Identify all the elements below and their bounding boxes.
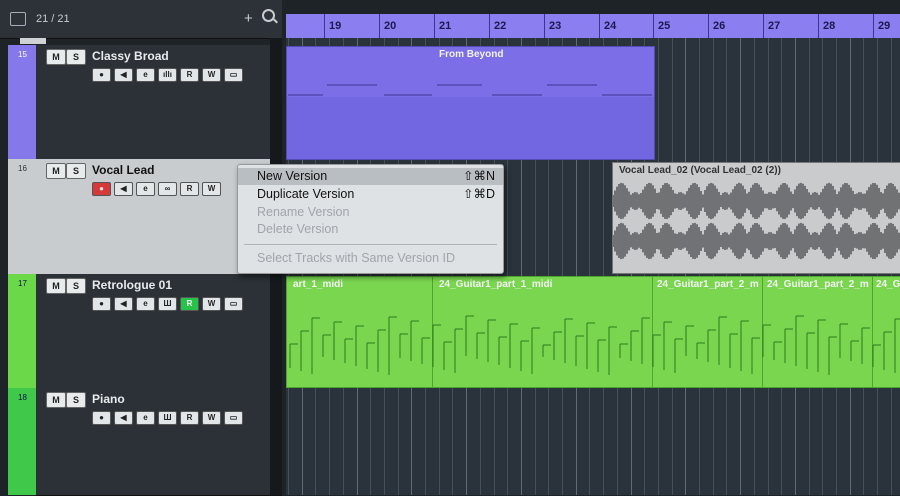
mute-button[interactable]: M <box>46 49 66 65</box>
track-name[interactable]: Vocal Lead <box>92 163 154 177</box>
track-name[interactable]: Classy Broad <box>92 49 169 63</box>
search-icon[interactable] <box>262 9 275 22</box>
record-enable-button[interactable]: ● <box>92 182 111 196</box>
edit-instrument-button[interactable]: e <box>136 411 155 425</box>
track-number: 18 <box>18 393 27 402</box>
read-automation-button[interactable]: R <box>180 411 199 425</box>
record-enable-button[interactable]: ● <box>92 68 111 82</box>
track-retrologue-01[interactable]: 17 M S Retrologue 01 ● ◀ e Ш R W ▭ <box>0 274 282 389</box>
track-number: 16 <box>18 164 27 173</box>
midi-part-retrologue[interactable]: art_1_midi <box>286 276 434 388</box>
ruler[interactable]: 19 20 21 22 23 24 25 26 27 28 29 <box>286 14 900 38</box>
edit-instrument-button[interactable]: e <box>136 68 155 82</box>
part-label: 24_Guitar1_part_2_m <box>767 279 869 290</box>
keyboard-icon[interactable]: Ш <box>158 411 177 425</box>
ruler-bar: 29 <box>873 14 900 38</box>
record-enable-button[interactable]: ● <box>92 297 111 311</box>
menu-item-delete-version: Delete Version <box>257 222 339 236</box>
track-count: 21 / 21 <box>36 13 70 25</box>
midi-notes <box>287 84 654 159</box>
midi-part-retrologue[interactable]: 24_Guitar1_part_2_m <box>652 276 764 388</box>
monitor-button[interactable]: ◀ <box>114 411 133 425</box>
more-icon[interactable]: ▭ <box>224 297 243 311</box>
midi-part-retrologue[interactable]: 24_Guitar1_part_2_m <box>762 276 874 388</box>
mute-button[interactable]: M <box>46 163 66 179</box>
track-color-strip[interactable]: 15 <box>8 45 36 159</box>
track-controls: ● ◀ e ıllı R W ▭ <box>92 68 243 82</box>
track-number: 17 <box>18 279 27 288</box>
track-piano[interactable]: 18 M S Piano ● ◀ e Ш R W ▭ <box>0 388 282 496</box>
read-automation-button[interactable]: R <box>180 297 199 311</box>
waveform <box>613 182 900 260</box>
track-controls: ● ◀ e ∞ R W <box>92 182 221 196</box>
track-classy-broad[interactable]: 15 M S Classy Broad ● ◀ e ıllı R W ▭ <box>0 45 282 160</box>
solo-button[interactable]: S <box>66 49 86 65</box>
ruler-bar: 21 <box>434 14 489 38</box>
read-automation-button[interactable]: R <box>180 182 199 196</box>
more-icon[interactable]: ▭ <box>224 68 243 82</box>
track-list-menu-icon[interactable] <box>10 12 26 26</box>
track-number: 15 <box>18 50 27 59</box>
solo-button[interactable]: S <box>66 392 86 408</box>
track-color-strip[interactable]: 16 <box>8 159 36 274</box>
more-icon[interactable]: ▭ <box>224 411 243 425</box>
link-icon[interactable]: ∞ <box>158 182 177 196</box>
solo-button[interactable]: S <box>66 163 86 179</box>
track-list-header: 21 / 21 + <box>0 0 282 39</box>
part-label: From Beyond <box>439 49 504 60</box>
edit-channel-button[interactable]: e <box>136 182 155 196</box>
ruler-bar: 25 <box>653 14 708 38</box>
part-label: 24_Guitar1_part_2_m <box>657 279 759 290</box>
ruler-bar: 22 <box>489 14 544 38</box>
mute-button[interactable]: M <box>46 392 66 408</box>
track-name[interactable]: Retrologue 01 <box>92 278 172 292</box>
track-controls: ● ◀ e Ш R W ▭ <box>92 411 243 425</box>
part-label: 24_Guitar1_part_1_midi <box>439 279 553 290</box>
ruler-bar: 24 <box>599 14 654 38</box>
write-automation-button[interactable]: W <box>202 297 221 311</box>
version-context-menu: New Version ⇧⌘N Duplicate Version ⇧⌘D Re… <box>237 164 504 274</box>
track-controls: ● ◀ e Ш R W ▭ <box>92 297 243 311</box>
solo-button[interactable]: S <box>66 278 86 294</box>
midi-part-classy-broad[interactable]: From Beyond <box>286 46 655 160</box>
part-label: 24_G <box>876 279 900 290</box>
monitor-button[interactable]: ◀ <box>114 68 133 82</box>
track-color-strip[interactable]: 18 <box>8 388 36 495</box>
monitor-button[interactable]: ◀ <box>114 297 133 311</box>
track-color-strip[interactable]: 17 <box>8 274 36 388</box>
write-automation-button[interactable]: W <box>202 411 221 425</box>
ruler-bar: 26 <box>708 14 763 38</box>
menu-item-select-same-version-id: Select Tracks with Same Version ID <box>257 251 455 265</box>
ruler-bar: 23 <box>544 14 599 38</box>
write-automation-button[interactable]: W <box>202 68 221 82</box>
menu-item-rename-version: Rename Version <box>257 205 350 219</box>
audio-event-vocal-lead[interactable]: Vocal Lead_02 (Vocal Lead_02 (2)) <box>612 162 900 274</box>
ruler-bar: 19 <box>324 14 379 38</box>
track-list-scroll-thumb[interactable] <box>20 38 46 44</box>
track-name[interactable]: Piano <box>92 392 125 406</box>
edit-instrument-button[interactable]: e <box>136 297 155 311</box>
waveform-icon[interactable]: ıllı <box>158 68 177 82</box>
menu-item-duplicate-version[interactable]: Duplicate Version ⇧⌘D <box>238 186 503 203</box>
ruler-bar: 20 <box>379 14 434 38</box>
keyboard-icon[interactable]: Ш <box>158 297 177 311</box>
menu-separator <box>244 244 497 245</box>
add-track-button[interactable]: + <box>244 10 253 27</box>
monitor-button[interactable]: ◀ <box>114 182 133 196</box>
menu-item-new-version[interactable]: New Version ⇧⌘N <box>238 168 503 185</box>
ruler-bar: 28 <box>818 14 873 38</box>
ruler-bar: 27 <box>763 14 818 38</box>
read-automation-button[interactable]: R <box>180 68 199 82</box>
mute-button[interactable]: M <box>46 278 66 294</box>
write-automation-button[interactable]: W <box>202 182 221 196</box>
record-enable-button[interactable]: ● <box>92 411 111 425</box>
part-label: art_1_midi <box>293 279 344 290</box>
midi-part-retrologue[interactable]: 24_Guitar1_part_1_midi <box>432 276 654 388</box>
midi-part-retrologue[interactable]: 24_G <box>872 276 900 388</box>
